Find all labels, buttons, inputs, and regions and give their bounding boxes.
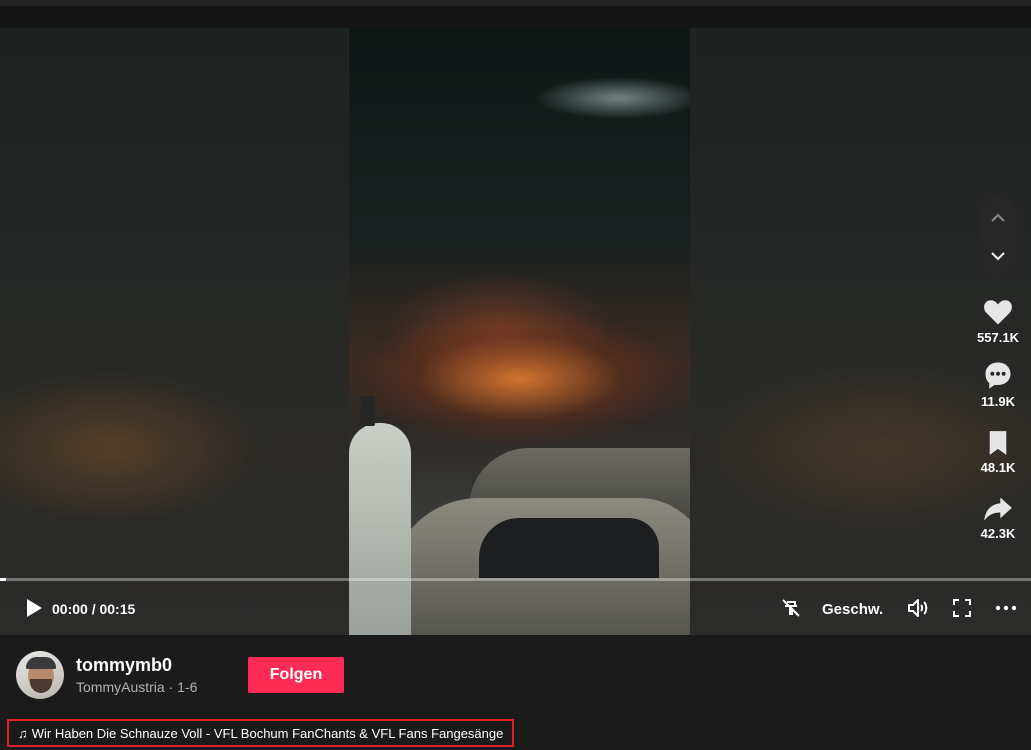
share-button[interactable]: 42.3K xyxy=(968,496,1028,541)
comment-count: 11.9K xyxy=(981,394,1015,409)
player-controls: 00:00 / 00:15 Geschw. xyxy=(0,590,1031,630)
playback-speed-button[interactable]: Geschw. xyxy=(822,601,883,618)
music-link[interactable]: ♫ Wir Haben Die Schnauze Voll - VFL Boch… xyxy=(7,719,515,747)
volume-icon[interactable] xyxy=(906,596,930,620)
follow-button[interactable]: Folgen xyxy=(248,657,344,693)
time-display: 00:00 / 00:15 xyxy=(52,601,136,617)
video-player[interactable]: 557.1K 11.9K 48.1K 42.3K 00:00 / 00:15 G… xyxy=(0,28,1031,635)
video-navigation xyxy=(979,196,1017,278)
heart-icon xyxy=(984,300,1012,325)
music-title: Wir Haben Die Schnauze Voll - VFL Bochum… xyxy=(31,725,504,741)
progress-bar-fill xyxy=(0,578,6,581)
progress-bar[interactable] xyxy=(0,578,1031,581)
share-icon xyxy=(984,497,1012,521)
floating-player-icon[interactable] xyxy=(779,596,803,620)
comment-icon xyxy=(985,362,1011,389)
save-button[interactable]: 48.1K xyxy=(968,430,1028,475)
chevron-down-icon[interactable] xyxy=(988,246,1008,266)
like-count: 557.1K xyxy=(977,330,1019,345)
username[interactable]: tommymb0 xyxy=(76,655,172,676)
like-button[interactable]: 557.1K xyxy=(968,298,1028,345)
author-info: tommymb0 TommyAustria · 1-6 Folgen ♫ Wir… xyxy=(0,635,1031,750)
video-frame[interactable] xyxy=(349,28,690,635)
play-icon[interactable] xyxy=(22,596,46,620)
chevron-up-icon[interactable] xyxy=(988,208,1008,228)
top-bar xyxy=(0,0,1031,28)
share-count: 42.3K xyxy=(980,526,1016,541)
more-options-icon[interactable] xyxy=(994,596,1018,620)
save-count: 48.1K xyxy=(980,460,1016,475)
comment-button[interactable]: 11.9K xyxy=(968,360,1028,409)
video-scene-phone xyxy=(361,396,375,426)
bookmark-icon xyxy=(989,431,1007,455)
avatar[interactable] xyxy=(16,651,64,699)
music-note-icon: ♫ xyxy=(18,725,28,741)
nickname: TommyAustria · 1-6 xyxy=(76,679,198,695)
fullscreen-icon[interactable] xyxy=(950,596,974,620)
video-scene-trees xyxy=(349,218,690,388)
